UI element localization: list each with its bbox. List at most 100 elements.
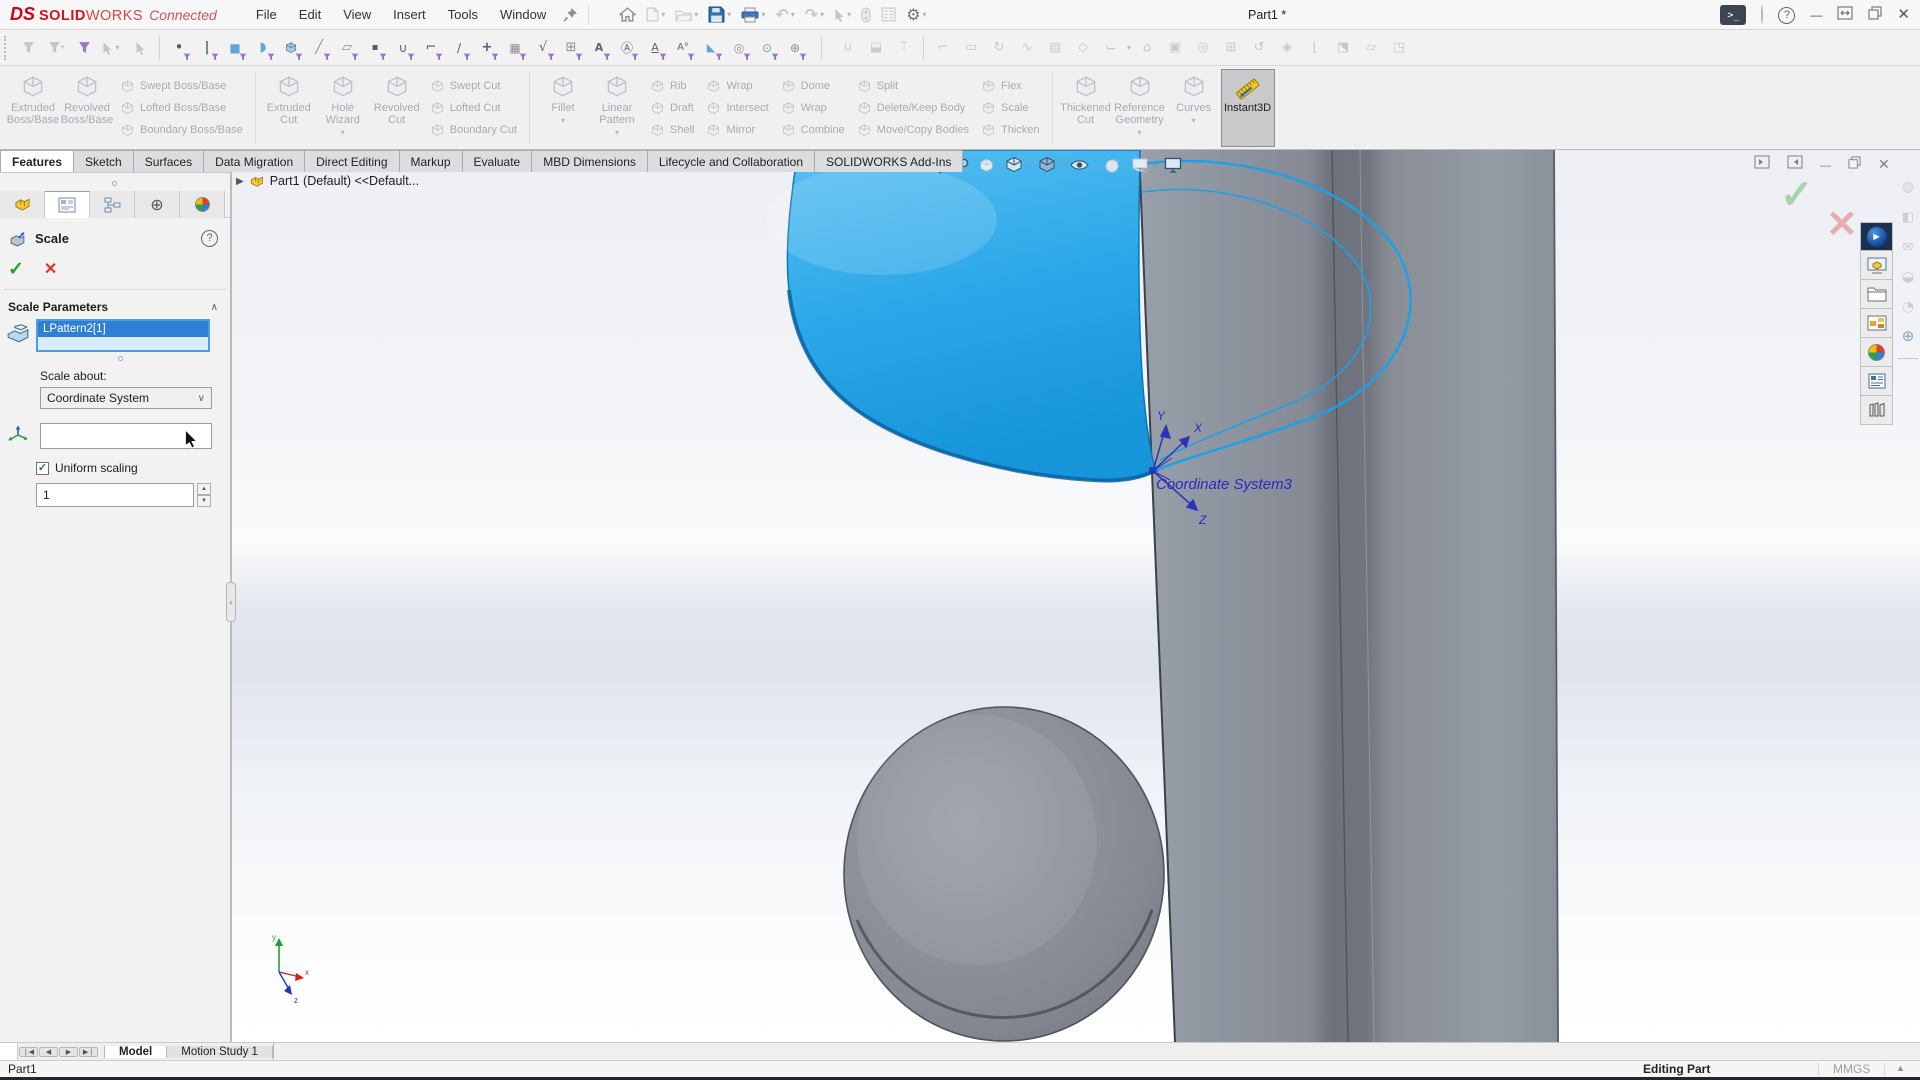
view-palette-icon[interactable] [1860, 309, 1893, 338]
ribbon-button-delete-keep-body[interactable]: Delete/Keep Body [857, 98, 969, 119]
file-properties-icon[interactable] [877, 2, 900, 28]
ribbon-button-revolved-cut[interactable]: RevolvedCut [370, 69, 424, 147]
file-explorer-icon[interactable] [1860, 280, 1893, 309]
custom-properties-icon[interactable] [1860, 367, 1893, 396]
feature-tree-root[interactable]: ▶ Part1 (Default) <<Default... [236, 174, 419, 188]
tool-icon-7[interactable]: ∿ [1013, 33, 1041, 63]
appearances-icon[interactable] [1860, 338, 1893, 367]
collapse-left-icon[interactable] [1754, 155, 1770, 174]
bodies-selection-list[interactable]: LPattern2[1] [36, 319, 210, 352]
next-tab-button[interactable]: ▶ [59, 1047, 78, 1057]
appearance-tool-icon[interactable]: ◒ [1902, 268, 1914, 286]
menu-tools[interactable]: Tools [437, 0, 489, 30]
ribbon-button-revolved-boss-base[interactable]: RevolvedBoss/Base [60, 69, 114, 147]
filter-balloons-icon[interactable]: Ⓐ [613, 33, 641, 63]
undo-icon[interactable]: ↶▾ [771, 2, 798, 28]
dropdown-arrow-icon[interactable]: ▾ [1094, 161, 1098, 170]
menu-view[interactable]: View [332, 0, 382, 30]
dimxpertmanager-tab[interactable]: ⊕ [135, 191, 180, 218]
ribbon-button-rib[interactable]: Rib [650, 76, 694, 97]
minimize-icon[interactable]: — [1810, 6, 1822, 24]
tab-evaluate[interactable]: Evaluate [462, 150, 533, 172]
tab-surfaces[interactable]: Surfaces [133, 150, 204, 172]
spinner-up-icon[interactable]: ▲ [197, 483, 211, 495]
ribbon-button-lofted-boss-base[interactable]: Lofted Boss/Base [120, 98, 243, 119]
toggle-selection-filters-icon[interactable] [70, 33, 98, 63]
hide-show-items-icon[interactable] [1066, 152, 1093, 178]
redo-icon[interactable]: ↷▾ [801, 2, 828, 28]
tool-icon-5[interactable]: ▭ [957, 33, 985, 63]
ribbon-button-curves[interactable]: Curves▾ [1167, 69, 1221, 147]
tool-icon-1[interactable]: ∪ [834, 33, 862, 63]
confirm-ok-icon[interactable]: ✓ [1780, 172, 1814, 218]
3dexperience-icon[interactable]: ▶ [1860, 222, 1893, 251]
tool-icon-6[interactable]: ↻ [985, 33, 1013, 63]
surface-tool-icon[interactable]: ◧ [1902, 208, 1914, 226]
tree-expand-icon[interactable]: ▶ [236, 176, 244, 187]
cancel-button[interactable]: ✕ [44, 259, 57, 279]
ribbon-button-wrap[interactable]: Wrap [781, 98, 845, 119]
ribbon-button-instant3d[interactable]: Instant3D [1221, 69, 1275, 147]
tab-data-migration[interactable]: Data Migration [203, 150, 305, 172]
tab-markup[interactable]: Markup [399, 150, 463, 172]
rotate-body-icon[interactable]: ◍ [1902, 178, 1914, 196]
tab-direct-editing[interactable]: Direct Editing [304, 150, 399, 172]
status-expand-icon[interactable]: ▲ [1896, 1063, 1905, 1073]
confirm-cancel-icon[interactable]: ✕ [1826, 202, 1858, 247]
doc-minimize-icon[interactable]: — [1820, 156, 1831, 174]
ribbon-button-hole-wizard[interactable]: HoleWizard▾ [316, 69, 370, 147]
ribbon-button-extruded-boss-base[interactable]: ExtrudedBoss/Base [6, 69, 60, 147]
tool-icon-2[interactable]: ⬓ [862, 33, 890, 63]
filter-connection-points-icon[interactable]: ⊙ [753, 33, 781, 63]
tool-icon-18[interactable]: ⬔ [1329, 33, 1357, 63]
filter-edges-icon[interactable]: | [193, 33, 221, 63]
apply-scene-icon[interactable] [1126, 152, 1153, 178]
dropdown-arrow-icon[interactable]: ▾ [1154, 161, 1158, 170]
scale-factor-input[interactable]: 1 [36, 483, 194, 507]
filter-notes-icon[interactable]: A [585, 33, 613, 63]
study-tab-motion-study-1[interactable]: Motion Study 1 [167, 1046, 273, 1058]
filter-solid-bodies-icon[interactable] [277, 33, 305, 63]
tab-features[interactable]: Features [0, 150, 74, 172]
doc-close-icon[interactable]: ✕ [1878, 156, 1890, 174]
envelope-icon[interactable]: ✉ [1903, 238, 1914, 256]
help-icon[interactable]: ? [1778, 7, 1795, 24]
tool-icon-11[interactable]: ⌂ [1133, 33, 1161, 63]
filter-surface-finish-icon[interactable]: √ [529, 33, 557, 63]
dropdown-arrow-icon[interactable]: ▾ [1061, 161, 1065, 170]
uniform-scaling-checkbox[interactable]: ✓ [36, 462, 49, 475]
design-library-icon[interactable] [1860, 251, 1893, 280]
tool-icon-9[interactable]: ◇ [1069, 33, 1097, 63]
filter-midpoints-icon[interactable]: / [445, 33, 473, 63]
tool-icon-17[interactable]: ⌊ [1301, 33, 1329, 63]
scale-parameters-header[interactable]: Scale Parameters ∧ [0, 297, 230, 317]
close-icon[interactable]: ✕ [1897, 6, 1910, 24]
ribbon-button-linear-pattern[interactable]: LinearPattern▾ [590, 69, 644, 147]
avatar[interactable] [1761, 6, 1763, 24]
ribbon-button-flex[interactable]: Flex [981, 76, 1040, 97]
ribbon-button-thickened-cut[interactable]: ThickenedCut [1059, 69, 1113, 147]
expand-icon[interactable] [1837, 6, 1853, 25]
ribbon-button-split[interactable]: Split [857, 76, 969, 97]
ribbon-button-swept-boss-base[interactable]: Swept Boss/Base [120, 76, 243, 97]
tool-icon-20[interactable]: ◳ [1385, 33, 1413, 63]
new-document-icon[interactable]: ▾ [642, 2, 669, 28]
glass-tool-icon[interactable]: ◔ [1902, 298, 1914, 316]
view-settings-icon[interactable] [1159, 152, 1186, 178]
ribbon-button-boundary-boss-base[interactable]: Boundary Boss/Base [120, 120, 243, 141]
scale-about-dropdown[interactable]: Coordinate System ∨ [40, 387, 212, 409]
ribbon-button-boundary-cut[interactable]: Boundary Cut [430, 120, 517, 141]
edit-appearance-icon[interactable] [1099, 152, 1126, 178]
panel-splitter-grip[interactable]: ‹ [226, 582, 236, 622]
filter-vertices-icon[interactable]: • [165, 33, 193, 63]
pin-menubar-icon[interactable] [563, 7, 578, 22]
dropdown-arrow-icon[interactable]: ▾ [1127, 43, 1131, 52]
ribbon-button-shell[interactable]: Shell [650, 120, 694, 141]
menu-window[interactable]: Window [489, 0, 557, 30]
dropdown-arrow-icon[interactable]: ▾ [1028, 161, 1032, 170]
print-icon[interactable]: ▾ [737, 2, 769, 28]
ribbon-button-mirror[interactable]: Mirror [706, 120, 768, 141]
displaymanager-tab[interactable] [180, 191, 225, 218]
menu-edit[interactable]: Edit [288, 0, 332, 30]
filter-dowel-pins-icon[interactable]: ◎ [725, 33, 753, 63]
